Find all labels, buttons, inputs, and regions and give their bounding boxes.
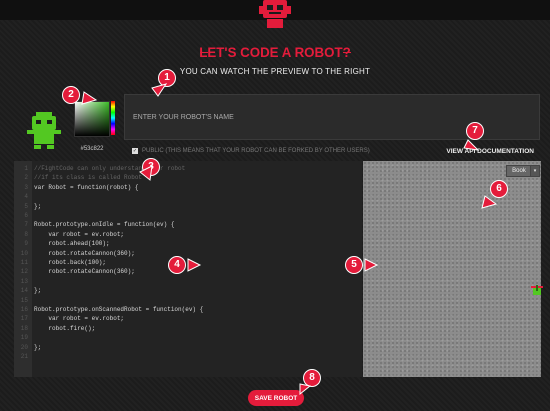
code-line[interactable]: 19 bbox=[14, 333, 362, 342]
code-text: }; bbox=[34, 202, 42, 210]
code-editor[interactable]: 1 //FightCode can only understand your ro… bbox=[14, 161, 362, 377]
code-text: //FightCode can only understand your rob… bbox=[34, 165, 186, 172]
line-number: 9 bbox=[24, 240, 28, 248]
color-picker-hue-slider[interactable] bbox=[111, 101, 115, 135]
line-number: 16 bbox=[20, 306, 28, 313]
arena-preview bbox=[363, 161, 541, 377]
code-text: robot.rotateCannon(360); bbox=[34, 249, 135, 257]
api-documentation-link[interactable]: VIEW API DOCUMENTATION bbox=[446, 148, 534, 155]
callout-1: 1 bbox=[158, 69, 176, 87]
preview-robot-icon bbox=[531, 285, 543, 295]
line-number: 19 bbox=[20, 334, 28, 342]
robot-avatar-icon bbox=[27, 112, 61, 149]
code-text: //if its class is called Robot bbox=[34, 174, 143, 182]
code-line[interactable]: 10 robot.rotateCannon(360); bbox=[14, 249, 362, 258]
code-line[interactable]: 17 var robot = ev.robot; bbox=[14, 314, 362, 323]
code-text: Robot.prototype.onScannedRobot = functio… bbox=[34, 306, 204, 313]
callout-5: 5 bbox=[345, 256, 363, 274]
line-number: 12 bbox=[20, 268, 28, 276]
preview-dropdown-button[interactable]: ▾ bbox=[530, 165, 540, 177]
line-number: 5 bbox=[24, 202, 28, 210]
line-number: 11 bbox=[20, 259, 28, 266]
code-text: }; bbox=[34, 287, 42, 295]
code-line[interactable]: 14}; bbox=[14, 286, 362, 295]
code-line[interactable]: 21 bbox=[14, 352, 362, 361]
line-number: 15 bbox=[20, 296, 28, 304]
code-line[interactable]: 18 robot.fire(); bbox=[14, 324, 362, 333]
line-number: 7 bbox=[24, 221, 28, 229]
code-line[interactable]: 13 bbox=[14, 277, 362, 286]
callout-2: 2 bbox=[62, 86, 80, 104]
line-number: 17 bbox=[20, 315, 28, 323]
line-number: 2 bbox=[24, 174, 28, 182]
public-checkbox[interactable]: ✓ bbox=[132, 148, 138, 154]
code-line[interactable]: 2 //if its class is called Robot bbox=[14, 173, 362, 182]
line-number: 20 bbox=[20, 343, 28, 351]
color-hex-value: #53c822 bbox=[80, 146, 104, 152]
code-text: robot.back(100); bbox=[34, 259, 107, 266]
line-number: 6 bbox=[24, 212, 28, 219]
line-number: 8 bbox=[24, 230, 28, 238]
fightcode-logo-icon[interactable] bbox=[257, 0, 293, 30]
line-number: 4 bbox=[24, 193, 28, 201]
save-robot-button[interactable]: SAVE ROBOT bbox=[248, 390, 304, 406]
page-subtitle: YOU CAN WATCH THE PREVIEW TO THE RIGHT bbox=[179, 67, 371, 76]
code-line[interactable]: 6 bbox=[14, 211, 362, 220]
code-line[interactable]: 11 robot.back(100); bbox=[14, 258, 362, 267]
code-text: Robot.prototype.onIdle = function(ev) { bbox=[34, 221, 175, 229]
line-number: 13 bbox=[20, 277, 28, 285]
code-line[interactable]: 8 var robot = ev.robot; bbox=[14, 230, 362, 239]
line-number: 1 bbox=[24, 165, 28, 172]
code-text: robot.ahead(100); bbox=[34, 240, 110, 248]
public-toggle[interactable]: ✓ PUBLIC (THIS MEANS THAT YOUR ROBOT CAN… bbox=[132, 148, 370, 154]
code-line[interactable]: 12 robot.rotateCannon(360); bbox=[14, 267, 362, 276]
code-line[interactable]: 16 Robot.prototype.onScannedRobot = funct… bbox=[14, 305, 362, 314]
code-text: var robot = ev.robot; bbox=[34, 315, 125, 323]
code-line[interactable]: 9 robot.ahead(100); bbox=[14, 239, 362, 248]
color-picker-swatch[interactable] bbox=[74, 101, 110, 137]
code-line[interactable]: 4 bbox=[14, 192, 362, 201]
preview-speed-button[interactable]: Book bbox=[506, 165, 532, 177]
code-text: var robot = ev.robot; bbox=[34, 230, 125, 238]
code-text: robot.fire(); bbox=[34, 324, 96, 332]
page: LET'S CODE A ROBOT? YOU CAN WATCH THE PR… bbox=[0, 0, 550, 411]
code-line[interactable]: 3 var Robot = function(robot) { bbox=[14, 183, 362, 192]
line-number: 14 bbox=[20, 287, 28, 295]
line-number: 18 bbox=[20, 324, 28, 332]
code-text: }; bbox=[34, 343, 42, 351]
code-text: robot.rotateCannon(360); bbox=[34, 268, 135, 276]
callout-4: 4 bbox=[168, 256, 186, 274]
callout-6: 6 bbox=[490, 180, 508, 198]
line-number: 21 bbox=[20, 353, 28, 360]
callout-3: 3 bbox=[142, 158, 160, 176]
code-text: var Robot = function(robot) { bbox=[34, 183, 139, 191]
callout-8: 8 bbox=[303, 369, 321, 387]
callout-7: 7 bbox=[466, 122, 484, 140]
code-line[interactable]: 7 Robot.prototype.onIdle = function(ev) { bbox=[14, 220, 362, 229]
public-label: PUBLIC (THIS MEANS THAT YOUR ROBOT CAN B… bbox=[142, 148, 370, 154]
page-title-wrap: LET'S CODE A ROBOT? bbox=[0, 44, 550, 60]
code-line[interactable]: 15 bbox=[14, 296, 362, 305]
code-line[interactable]: 1 //FightCode can only understand your ro… bbox=[14, 164, 362, 173]
code-line[interactable]: 5}; bbox=[14, 202, 362, 211]
code-line[interactable]: 20}; bbox=[14, 343, 362, 352]
page-title: LET'S CODE A ROBOT? bbox=[199, 44, 351, 60]
line-number: 10 bbox=[20, 249, 28, 257]
line-number: 3 bbox=[24, 183, 28, 191]
